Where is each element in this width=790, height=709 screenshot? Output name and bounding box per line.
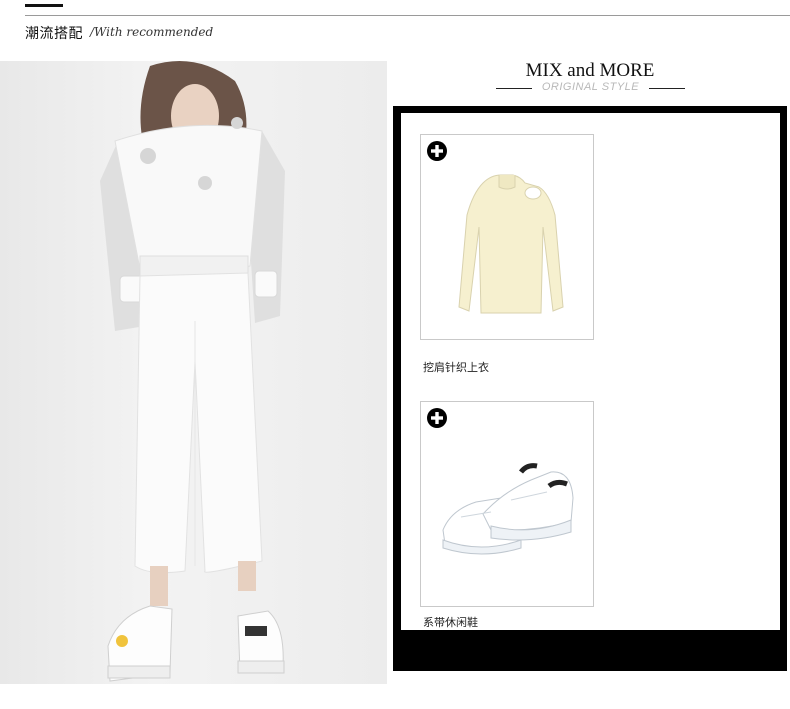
section-title: 潮流搭配 [25, 26, 83, 42]
product-card-sneakers[interactable] [420, 401, 594, 607]
header-accent-bar [25, 4, 63, 7]
mix-divider-left [496, 88, 532, 89]
model-illustration [100, 61, 285, 682]
model-photo [0, 61, 387, 684]
plus-circle-icon[interactable] [427, 141, 447, 161]
mix-title: MIX and MORE [525, 60, 655, 81]
section-subtitle: /With recommended [90, 25, 214, 39]
product-label-sneakers[interactable]: 系带休闲鞋 [423, 614, 478, 630]
sneakers-image [442, 463, 574, 555]
products-panel: 挖肩针织上衣 系带休闲鞋 [401, 113, 780, 630]
plus-circle-icon[interactable] [427, 408, 447, 428]
product-label-knit-top[interactable]: 挖肩针织上衣 [423, 359, 489, 375]
knit-top-image [458, 174, 564, 314]
mix-divider-right [649, 88, 685, 89]
header-divider [25, 15, 790, 16]
mix-subtitle: ORIGINAL STYLE [541, 81, 640, 93]
product-card-knit-top[interactable] [420, 134, 594, 340]
